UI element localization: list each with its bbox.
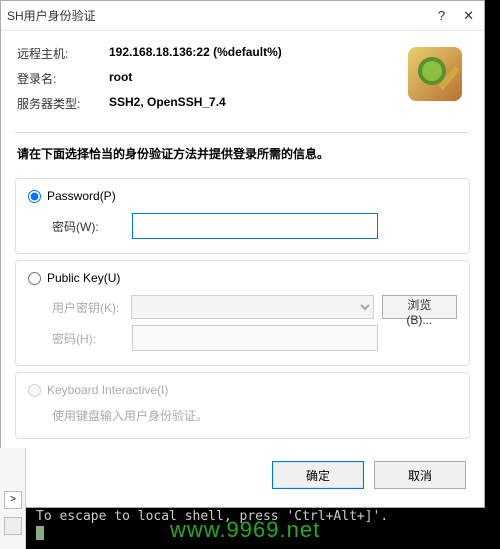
strip-button-2[interactable] [4, 517, 22, 535]
host-value: 192.168.18.136:22 (%default%) [109, 45, 282, 62]
close-icon[interactable]: ✕ [463, 8, 474, 24]
password-field-label: 密码(W): [52, 218, 124, 235]
kbd-desc: 使用键盘输入用户身份验证。 [52, 407, 457, 424]
strip-button-1[interactable]: > [4, 491, 22, 509]
ok-button[interactable]: 确定 [272, 461, 364, 489]
watermark: www.9969.net [170, 517, 320, 543]
kbd-radio-label: Keyboard Interactive(I) [47, 383, 168, 397]
server-type-label: 服务器类型: [17, 95, 109, 112]
kbd-radio[interactable] [28, 384, 41, 397]
connection-info: 远程主机: 192.168.18.136:22 (%default%) 登录名:… [1, 31, 484, 132]
auth-dialog: SH用户身份验证 ? ✕ 远程主机: 192.168.18.136:22 (%d… [0, 0, 485, 508]
pubkey-radio-label[interactable]: Public Key(U) [47, 271, 120, 285]
password-radio-label[interactable]: Password(P) [47, 189, 116, 203]
connection-info-left: 远程主机: 192.168.18.136:22 (%default%) 登录名:… [17, 45, 408, 120]
pubkey-pwd-label: 密码(H): [52, 330, 124, 347]
instruction-text: 请在下面选择恰当的身份验证方法并提供登录所需的信息。 [1, 133, 484, 172]
auth-kbd-group: Keyboard Interactive(I) 使用键盘输入用户身份验证。 [15, 372, 470, 439]
titlebar: SH用户身份验证 ? ✕ [1, 1, 484, 31]
side-strip: > [0, 448, 26, 549]
key-icon [408, 47, 462, 101]
browse-button[interactable]: 浏览(B)... [382, 295, 457, 319]
host-label: 远程主机: [17, 45, 109, 62]
dialog-title: SH用户身份验证 [7, 7, 96, 24]
cancel-button[interactable]: 取消 [374, 461, 466, 489]
login-label: 登录名: [17, 70, 109, 87]
pubkey-radio[interactable] [28, 272, 41, 285]
pubkey-password-input[interactable] [132, 325, 378, 351]
cursor-icon [36, 526, 44, 540]
userkey-combo[interactable] [131, 295, 374, 319]
password-input[interactable] [132, 213, 378, 239]
server-type-value: SSH2, OpenSSH_7.4 [109, 95, 226, 112]
password-radio[interactable] [28, 190, 41, 203]
login-value: root [109, 70, 132, 87]
auth-password-group: Password(P) 密码(W): [15, 178, 470, 254]
userkey-label: 用户密钥(K): [52, 299, 123, 316]
auth-pubkey-group: Public Key(U) 用户密钥(K): 浏览(B)... 密码(H): [15, 260, 470, 366]
help-icon[interactable]: ? [438, 8, 445, 24]
dialog-button-row: 确定 取消 [1, 445, 484, 507]
window-controls: ? ✕ [438, 8, 474, 24]
